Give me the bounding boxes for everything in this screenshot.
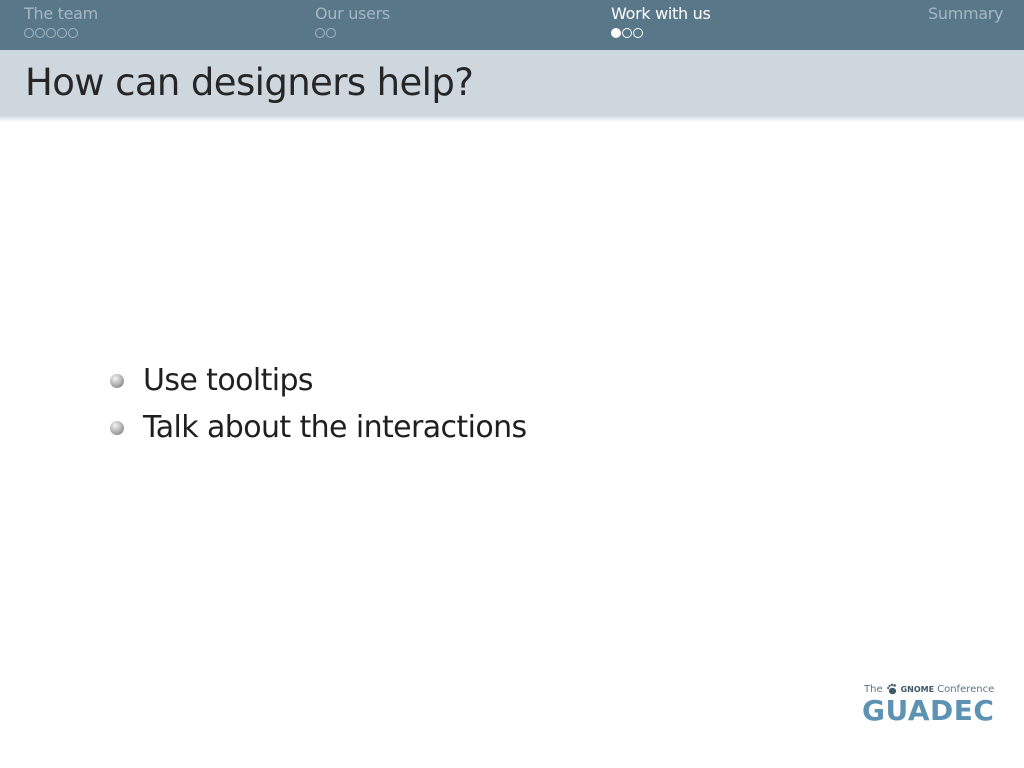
nav-frame-dots [315,28,390,38]
nav-frame-dots [611,28,711,38]
bullet-ball-icon [110,373,124,388]
frame-dot[interactable] [622,28,632,38]
nav-section-label: Summary [928,4,1004,23]
nav-frame-dots [24,28,98,38]
nav-section-our-users[interactable]: Our users [315,5,390,38]
nav-section-label: The team [24,4,98,23]
frame-dot-current[interactable] [611,28,621,38]
bullet-item: Talk about the interactions [110,404,527,451]
frame-dot[interactable] [35,28,45,38]
frame-title: How can designers help? [25,61,474,104]
frame-dot[interactable] [326,28,336,38]
frame-dot[interactable] [315,28,325,38]
bullet-item: Use tooltips [110,357,527,404]
frame-dot[interactable] [46,28,56,38]
bullet-text: Talk about the interactions [143,409,527,445]
bullet-text: Use tooltips [143,362,314,398]
nav-section-label: Our users [315,4,390,23]
logo-brand: GNOME [900,684,935,694]
frame-dot[interactable] [633,28,643,38]
logo-suffix: Conference [937,683,995,695]
nav-section-work-with-us[interactable]: Work with us [611,5,711,38]
slide: The team Our users Work with us Summary … [0,0,1024,768]
section-navigation-bar: The team Our users Work with us Summary [0,0,1024,50]
bullet-ball-icon [110,420,124,435]
frame-dot[interactable] [24,28,34,38]
frame-dot[interactable] [57,28,67,38]
guadec-logo: The GNOME Conference GUADEC [862,682,994,728]
frame-dot[interactable] [68,28,78,38]
nav-section-summary[interactable]: Summary [928,4,1004,23]
frame-title-band: How can designers help? [0,50,1024,122]
logo-prefix: The [864,683,883,695]
nav-section-the-team[interactable]: The team [24,5,98,38]
nav-section-label: Work with us [611,4,711,23]
logo-wordmark: GUADEC [862,694,995,727]
bullet-list: Use tooltips Talk about the interactions [110,357,527,451]
